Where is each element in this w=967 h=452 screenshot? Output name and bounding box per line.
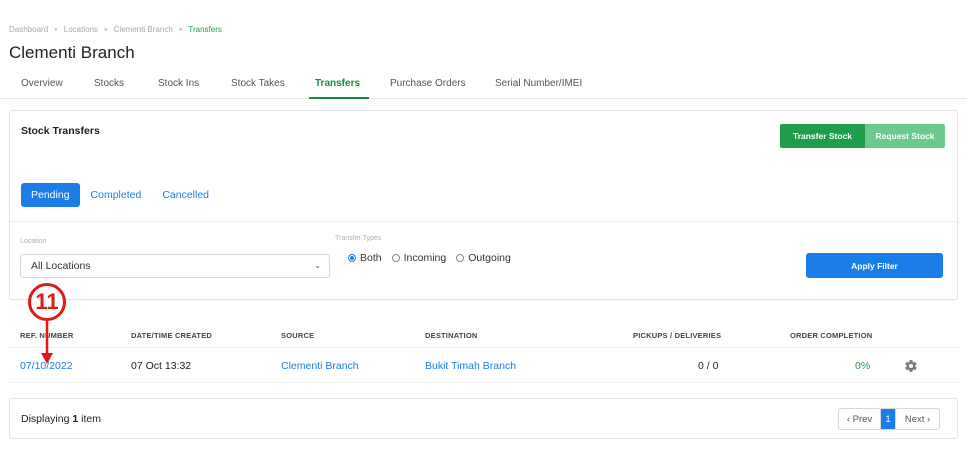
- radio-outgoing[interactable]: Outgoing: [456, 252, 511, 264]
- tab-stocks[interactable]: Stocks: [94, 78, 124, 89]
- radio-outgoing-indicator: [456, 254, 465, 262]
- annotation-arrow-icon: [41, 319, 53, 364]
- breadcrumb-separator: ●: [104, 26, 108, 33]
- source-link[interactable]: Clementi Branch: [281, 360, 359, 372]
- breadcrumb-separator: ●: [54, 26, 58, 33]
- filter-divider: [10, 221, 957, 222]
- tab-serial-number-imei[interactable]: Serial Number/IMEI: [495, 78, 582, 89]
- card-title: Stock Transfers: [21, 125, 100, 137]
- transfer-types-radio-group: Both Incoming Outgoing: [348, 252, 521, 264]
- transfer-stock-button[interactable]: Transfer Stock: [780, 124, 865, 148]
- tab-pending[interactable]: Pending: [21, 183, 80, 207]
- location-tabs: Overview Stocks Stock Ins Stock Takes Tr…: [0, 71, 967, 99]
- table-row-divider: [9, 382, 958, 383]
- breadcrumb-separator: ●: [178, 26, 183, 33]
- radio-both[interactable]: Both: [348, 252, 382, 264]
- displaying-count-text: Displaying 1 item: [21, 413, 101, 425]
- radio-incoming-indicator: [391, 254, 400, 262]
- page-1-button[interactable]: 1: [881, 409, 895, 429]
- breadcrumb-item-current: Transfers: [188, 25, 222, 34]
- active-tab-indicator: [309, 97, 369, 99]
- tab-purchase-orders[interactable]: Purchase Orders: [390, 78, 466, 89]
- destination-link[interactable]: Bukit Timah Branch: [425, 360, 516, 372]
- column-header-destination: DESTINATION: [425, 331, 478, 340]
- tab-overview[interactable]: Overview: [21, 78, 63, 89]
- column-header-pickups-deliveries: PICKUPS / DELIVERIES: [633, 331, 722, 340]
- transfer-button-group: Transfer Stock Request Stock: [780, 124, 945, 148]
- tab-completed[interactable]: Completed: [81, 183, 152, 207]
- date-created-cell: 07 Oct 13:32: [131, 360, 192, 372]
- order-completion-cell: 0%: [855, 360, 871, 372]
- radio-both-indicator: [348, 254, 356, 262]
- location-select[interactable]: All Locations ⌄: [20, 254, 330, 278]
- next-page-button[interactable]: Next ›: [895, 409, 939, 429]
- tab-cancelled[interactable]: Cancelled: [152, 183, 219, 207]
- column-header-source: SOURCE: [281, 331, 315, 340]
- pickups-deliveries-cell: 0 / 0: [698, 360, 719, 372]
- radio-outgoing-label: Outgoing: [468, 252, 511, 264]
- displaying-suffix: item: [81, 413, 101, 425]
- tab-stock-takes[interactable]: Stock Takes: [231, 78, 285, 89]
- page-title: Clementi Branch: [9, 43, 135, 62]
- radio-incoming-label: Incoming: [403, 252, 447, 264]
- table-header-divider: [9, 347, 958, 348]
- breadcrumb: Dashboard ● Locations ● Clementi Branch …: [9, 25, 222, 34]
- breadcrumb-item-dashboard[interactable]: Dashboard: [9, 25, 48, 34]
- request-stock-button[interactable]: Request Stock: [865, 124, 945, 148]
- chevron-down-icon: ⌄: [314, 261, 321, 270]
- status-tabs: Pending Completed Cancelled: [21, 183, 219, 207]
- radio-incoming[interactable]: Incoming: [391, 252, 447, 264]
- apply-filter-button[interactable]: Apply Filter: [806, 253, 943, 278]
- radio-both-label: Both: [360, 252, 382, 264]
- step-number-badge: 11: [28, 283, 66, 321]
- displaying-prefix: Displaying: [21, 413, 70, 425]
- breadcrumb-item-locations[interactable]: Locations: [64, 25, 98, 34]
- column-header-date-created: DATE/TIME CREATED: [131, 331, 213, 340]
- transfer-types-label: Transfer Types: [335, 235, 382, 242]
- location-select-value: All Locations: [31, 260, 91, 272]
- table-footer: Displaying 1 item ‹ Prev 1 Next ›: [9, 398, 958, 439]
- location-label: Location: [20, 238, 47, 245]
- pagination: ‹ Prev 1 Next ›: [838, 408, 940, 430]
- tab-stock-ins[interactable]: Stock Ins: [158, 78, 199, 89]
- column-header-order-completion: ORDER COMPLETION: [790, 331, 873, 340]
- tab-transfers[interactable]: Transfers: [315, 78, 360, 89]
- breadcrumb-item-clementi-branch[interactable]: Clementi Branch: [114, 25, 173, 34]
- gear-icon[interactable]: [904, 359, 918, 373]
- displaying-count: 1: [72, 413, 79, 425]
- prev-page-button[interactable]: ‹ Prev: [839, 409, 881, 429]
